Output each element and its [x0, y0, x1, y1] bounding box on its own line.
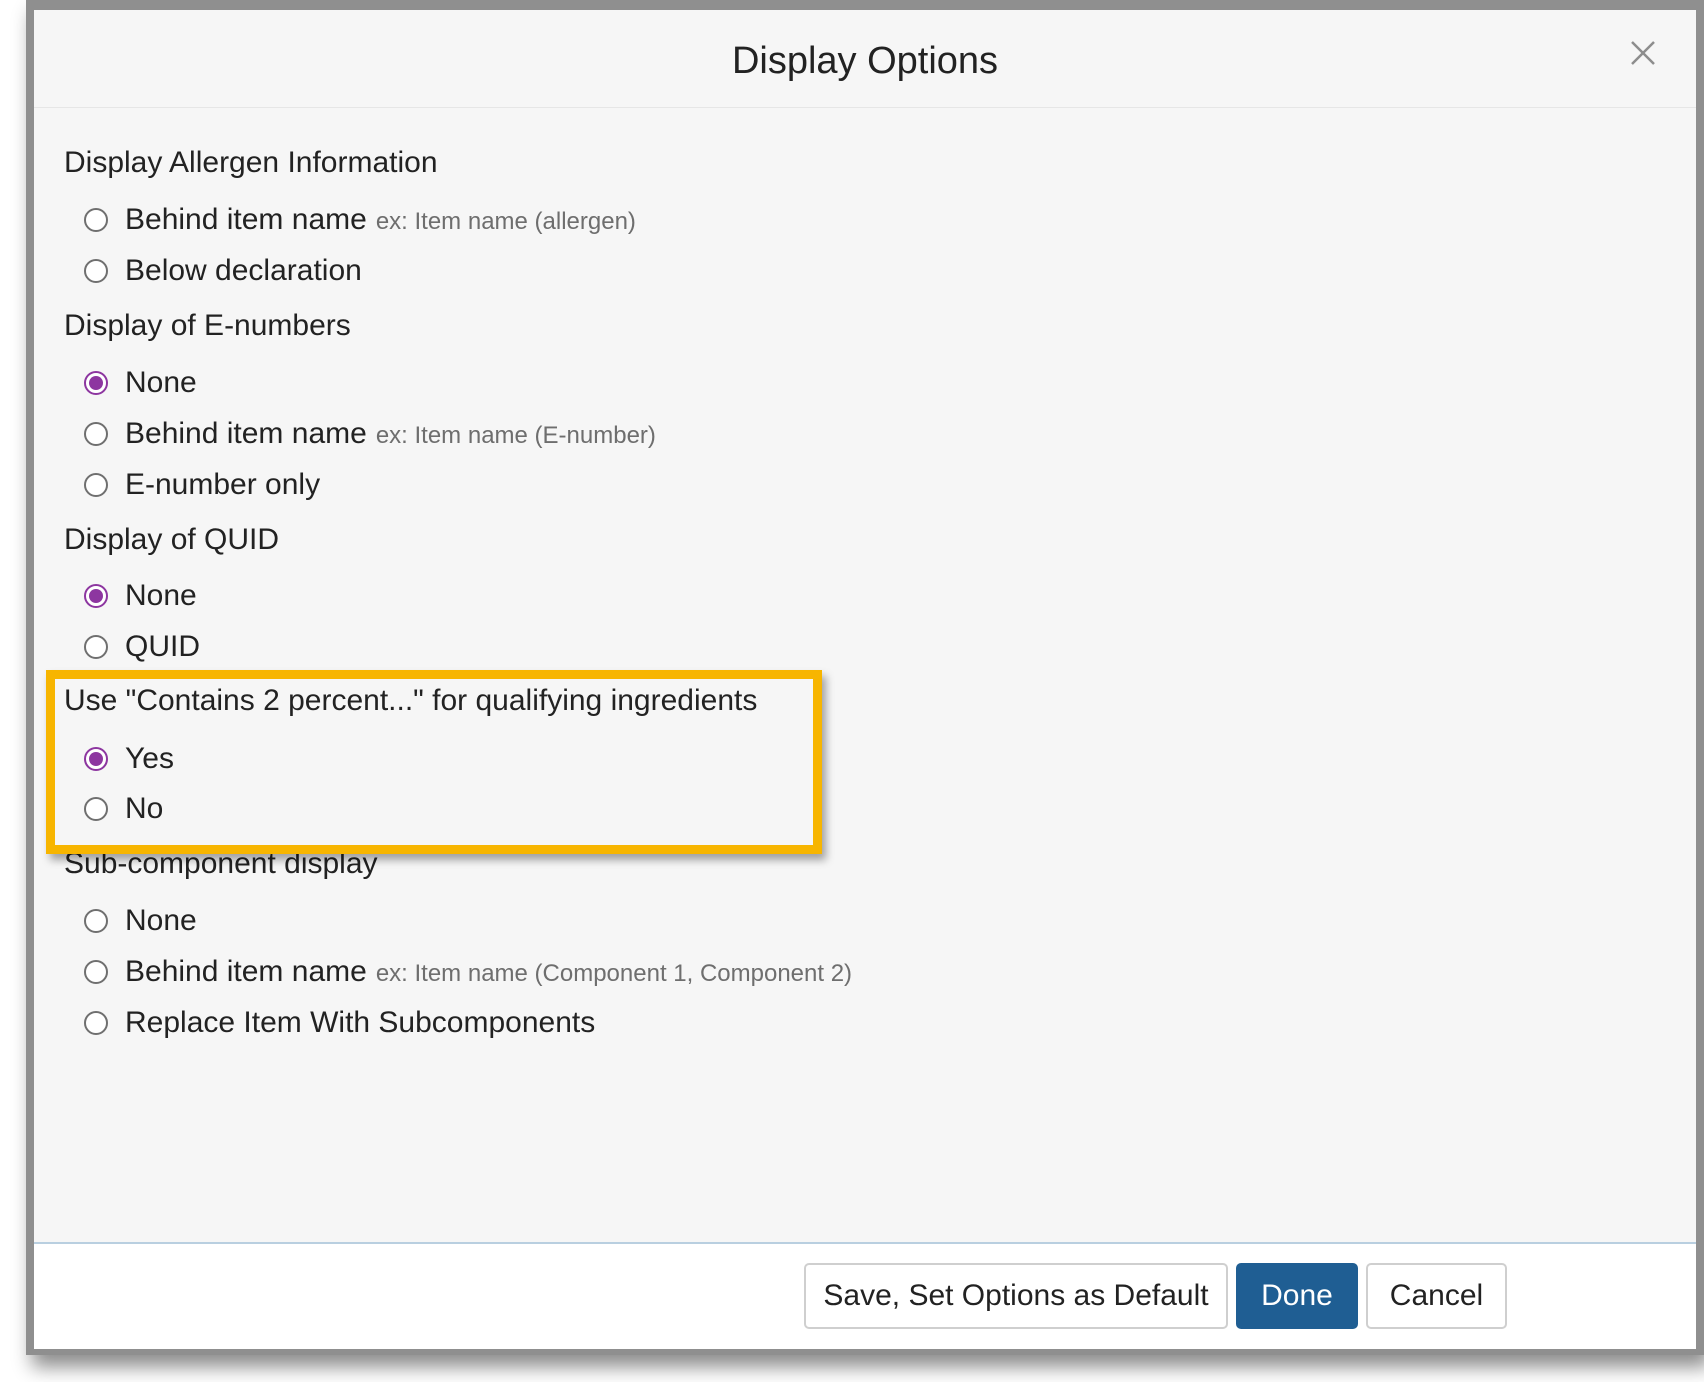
dialog-body: Display Allergen Information Behind item… — [34, 108, 1696, 1243]
subcomponent-option-none[interactable]: None — [84, 901, 197, 941]
dialog-header: Display Options — [34, 10, 1696, 108]
allergen-section-title: Display Allergen Information — [64, 146, 438, 179]
option-label: Behind item name — [125, 417, 367, 450]
quid-section-title: Display of QUID — [64, 523, 280, 556]
dialog-frame: Display Options Display Allergen Informa… — [26, 0, 1704, 1355]
done-button[interactable]: Done — [1236, 1263, 1358, 1329]
close-icon[interactable] — [1620, 30, 1666, 76]
radio-button[interactable] — [84, 797, 108, 821]
option-label: Behind item name — [125, 955, 367, 988]
cancel-button[interactable]: Cancel — [1366, 1263, 1507, 1329]
radio-button-selected[interactable] — [84, 747, 108, 771]
enumbers-option-none[interactable]: None — [84, 363, 197, 403]
display-options-dialog: Display Options Display Allergen Informa… — [34, 10, 1696, 1349]
option-label: No — [125, 792, 164, 825]
option-label: Below declaration — [125, 254, 362, 287]
dialog-title: Display Options — [731, 40, 999, 82]
radio-button[interactable] — [84, 1011, 108, 1035]
enumbers-option-enumber-only[interactable]: E-number only — [84, 465, 320, 505]
radio-button[interactable] — [84, 259, 108, 283]
option-example: ex: Item name (allergen) — [375, 208, 636, 235]
subcomponent-option-behind-item[interactable]: Behind item name ex: Item name (Componen… — [84, 952, 852, 992]
subcomponent-section-title: Sub-component display — [64, 847, 378, 880]
allergen-option-behind-item[interactable]: Behind item name ex: Item name (allergen… — [84, 200, 636, 240]
radio-button-selected[interactable] — [84, 584, 108, 608]
option-label: None — [125, 904, 197, 937]
option-label: None — [125, 366, 197, 399]
option-label: QUID — [125, 630, 200, 663]
contains2-option-no[interactable]: No — [84, 789, 163, 829]
contains2-option-yes[interactable]: Yes — [84, 739, 174, 779]
contains2-section-title: Use "Contains 2 percent..." for qualifyi… — [64, 684, 758, 717]
option-label: Behind item name — [125, 203, 367, 236]
dialog-footer: Save, Set Options as Default Done Cancel — [34, 1242, 1696, 1349]
radio-button[interactable] — [84, 473, 108, 497]
option-example: ex: Item name (E-number) — [375, 422, 656, 449]
option-example: ex: Item name (Component 1, Component 2) — [375, 960, 853, 987]
option-label: E-number only — [125, 468, 321, 501]
option-label: None — [125, 579, 197, 612]
radio-button[interactable] — [84, 909, 108, 933]
enumbers-option-behind-item[interactable]: Behind item name ex: Item name (E-number… — [84, 414, 656, 454]
allergen-option-below-declaration[interactable]: Below declaration — [84, 251, 362, 291]
close-icon-glyph — [1631, 41, 1655, 65]
radio-button[interactable] — [84, 422, 108, 446]
radio-button[interactable] — [84, 208, 108, 232]
option-label: Replace Item With Subcomponents — [125, 1006, 596, 1039]
option-label: Yes — [125, 742, 174, 775]
radio-button-selected[interactable] — [84, 371, 108, 395]
enumbers-section-title: Display of E-numbers — [64, 309, 351, 342]
save-set-default-button[interactable]: Save, Set Options as Default — [804, 1263, 1228, 1329]
radio-button[interactable] — [84, 960, 108, 984]
quid-option-quid[interactable]: QUID — [84, 627, 200, 667]
quid-option-none[interactable]: None — [84, 576, 197, 616]
radio-button[interactable] — [84, 635, 108, 659]
subcomponent-option-replace[interactable]: Replace Item With Subcomponents — [84, 1003, 595, 1043]
